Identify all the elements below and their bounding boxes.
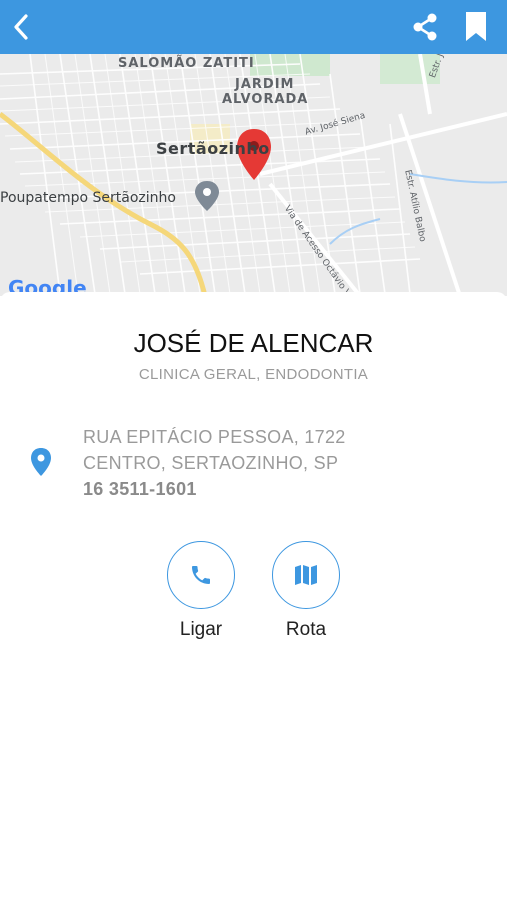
route-button[interactable] (272, 541, 340, 609)
map-label-poupatempo: Poupatempo Sertãozinho (0, 190, 176, 206)
location-pin-icon (31, 448, 51, 476)
address-line-1: RUA EPITÁCIO PESSOA, 1722 (83, 427, 346, 447)
route-label[interactable]: Rota (256, 619, 356, 641)
map-label-jardim: JARDIM (235, 77, 295, 92)
share-icon (413, 13, 437, 41)
call-button[interactable] (167, 541, 235, 609)
map-label-city: Sertãozinho (156, 139, 270, 158)
bookmark-icon (466, 12, 486, 41)
share-button[interactable] (408, 10, 442, 44)
place-specialty: CLINICA GERAL, ENDODONTIA (138, 366, 369, 383)
back-button[interactable] (4, 10, 38, 44)
app-bar (0, 0, 507, 54)
chevron-left-icon (14, 14, 28, 40)
map-icon (295, 565, 317, 585)
call-label[interactable]: Ligar (151, 619, 251, 641)
map-label-salomao: SALOMÃO ZATITI (118, 56, 255, 71)
place-name: JOSÉ DE ALENCAR (133, 328, 374, 358)
phone-number[interactable]: 16 3511-1601 (83, 479, 197, 500)
phone-icon (192, 566, 210, 584)
place-card: JOSÉ DE ALENCAR CLINICA GERAL, ENDODONTI… (0, 292, 507, 900)
address-line-2: CENTRO, SERTAOZINHO, SP (83, 453, 339, 473)
bookmark-button[interactable] (459, 10, 493, 44)
map-label-alvorada: ALVORADA (222, 92, 309, 107)
map-view[interactable]: SALOMÃO ZATITI JARDIM ALVORADA Sertãozin… (0, 54, 507, 296)
